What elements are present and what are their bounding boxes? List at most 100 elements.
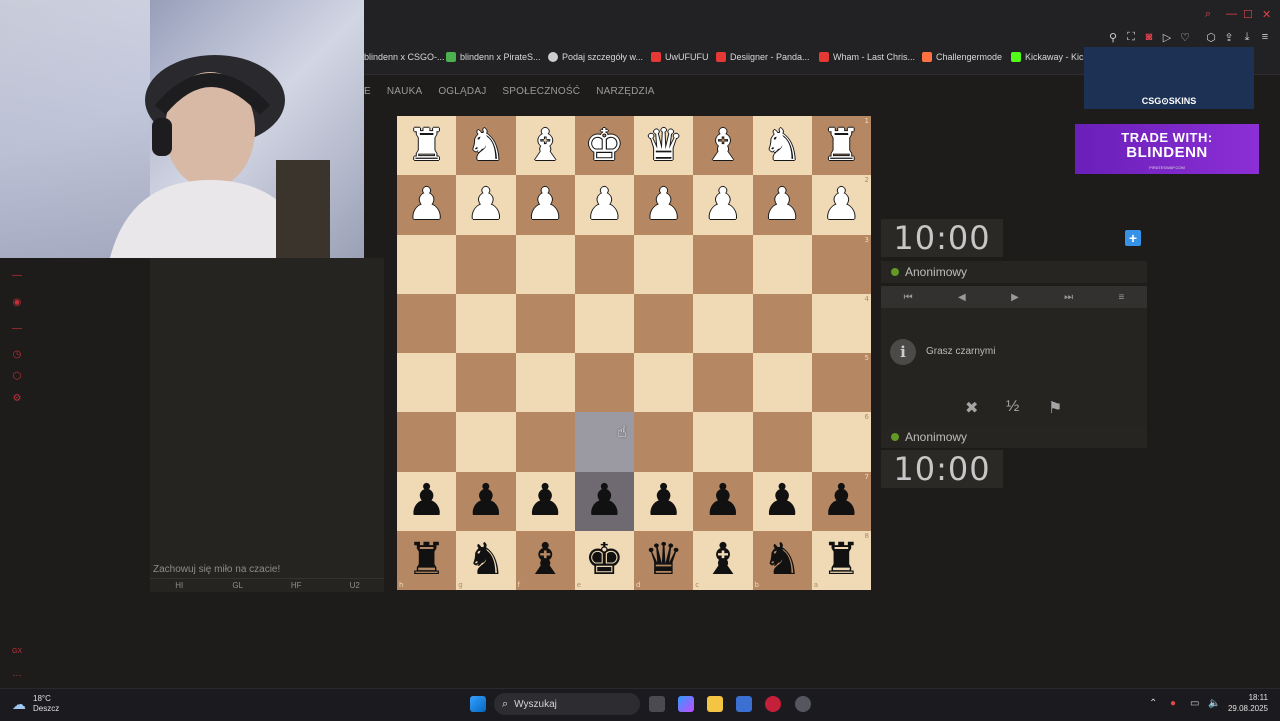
minimize-icon[interactable]: — [1226,8,1237,20]
square-d1[interactable]: ♛ [634,116,694,176]
square-e4[interactable] [574,293,634,353]
chat-phrase-hi[interactable]: HI [150,579,209,593]
square-f3[interactable] [515,234,575,294]
square-a2[interactable]: ♟ 2 [811,175,871,235]
white-queen-piece[interactable]: ♛ [644,123,683,168]
bookmark-4[interactable]: Desiigner - Panda... [716,52,810,62]
square-h4[interactable] [397,293,457,353]
clock-time[interactable]: 18:11 [1236,693,1268,702]
weather-icon[interactable]: ☁ [12,696,26,713]
player-icon[interactable]: ◉ [10,297,24,308]
square-f8[interactable]: ♝ f [515,530,575,590]
square-d4[interactable] [634,293,694,353]
square-f2[interactable]: ♟ [515,175,575,235]
bookmark-6[interactable]: Challengermode [922,52,1002,62]
square-g7[interactable]: ♟ [456,471,516,531]
square-f4[interactable] [515,293,575,353]
extensions-sidebar-icon[interactable]: ⬡ [10,371,24,382]
chat-phrase-gl[interactable]: GL [209,579,268,593]
black-pawn-piece[interactable]: ♟ [644,479,683,523]
bookmark-3[interactable]: UwUFUFU [651,52,709,62]
black-pawn-piece[interactable]: ♟ [407,479,446,523]
square-d2[interactable]: ♟ [634,175,694,235]
square-a8[interactable]: ♜ 8 a [811,530,871,590]
square-d8[interactable]: ♛ d [634,530,694,590]
square-h2[interactable]: ♟ [397,175,457,235]
square-c4[interactable] [693,293,753,353]
start-icon[interactable] [470,696,486,712]
nav-item-community[interactable]: SPOŁECZNOŚĆ [502,80,580,104]
store-icon[interactable] [736,696,752,712]
square-e7[interactable]: ♟ [574,471,634,531]
white-pawn-piece[interactable]: ♟ [822,182,861,227]
white-bishop-piece[interactable]: ♝ [703,123,742,168]
taskbar-search[interactable]: ⌕ Wyszukaj [494,693,640,715]
black-pawn-piece[interactable]: ♟ [585,479,624,523]
square-f5[interactable] [515,353,575,413]
black-pawn-piece[interactable]: ♟ [525,479,564,523]
resign-button[interactable]: ⚑ [1048,398,1062,418]
menu-icon[interactable]: ≡ [1118,292,1124,303]
square-e1[interactable]: ♚ [574,116,634,176]
square-b1[interactable]: ♞ [752,116,812,176]
offer-draw-button[interactable]: ½ [1006,398,1019,416]
white-rook-piece[interactable]: ♜ [822,123,861,168]
square-h6[interactable] [397,412,457,472]
pin-icon[interactable]: ⚲ [1106,31,1120,44]
black-knight-piece[interactable]: ♞ [466,538,505,582]
bookmark-5[interactable]: Wham - Last Chris... [819,52,915,62]
square-a4[interactable]: 4 [811,293,871,353]
file-explorer-icon[interactable] [707,696,723,712]
weather-temp[interactable]: 18°C [33,694,51,703]
square-h8[interactable]: ♜ h [397,530,457,590]
square-a1[interactable]: ♜ 1 [811,116,871,176]
square-b5[interactable] [752,353,812,413]
white-pawn-piece[interactable]: ♟ [762,182,801,227]
black-bishop-piece[interactable]: ♝ [703,538,742,582]
square-b6[interactable] [752,412,812,472]
square-g2[interactable]: ♟ [456,175,516,235]
white-rook-piece[interactable]: ♜ [407,123,446,168]
task-view-icon[interactable] [649,696,665,712]
nav-item-learn[interactable]: NAUKA [387,80,422,104]
square-g1[interactable]: ♞ [456,116,516,176]
display-icon[interactable]: ▭ [1190,698,1199,709]
white-king-piece[interactable]: ♚ [585,123,624,168]
square-d6[interactable] [634,412,694,472]
square-c8[interactable]: ♝ c [693,530,753,590]
microphone-icon[interactable]: ● [1170,698,1176,709]
abort-button[interactable]: ✖ [965,398,978,418]
black-king-piece[interactable]: ♚ [585,538,624,582]
prev-move-icon[interactable]: ◀ [958,292,966,303]
nav-item-play[interactable]: E [364,80,371,104]
download-icon[interactable]: ⤓ [1240,31,1254,44]
add-time-button[interactable]: + [1125,230,1141,246]
white-knight-piece[interactable]: ♞ [466,123,505,168]
chat-phrase-u2[interactable]: U2 [326,579,385,593]
chat-input[interactable]: Zachowuj się miło na czacie! [153,564,280,575]
square-a7[interactable]: ♟ 7 [811,471,871,531]
clock-date[interactable]: 29.08.2025 [1216,704,1268,713]
square-b7[interactable]: ♟ [752,471,812,531]
black-bishop-piece[interactable]: ♝ [525,538,564,582]
maximize-icon[interactable]: ☐ [1243,8,1253,21]
black-rook-piece[interactable]: ♜ [407,538,446,582]
menu-icon[interactable]: ≡ [1258,31,1272,43]
nav-item-watch[interactable]: OGLĄDAJ [438,80,486,104]
black-pawn-piece[interactable]: ♟ [762,479,801,523]
next-move-icon[interactable]: ▶ [1011,292,1019,303]
black-knight-piece[interactable]: ♞ [762,538,801,582]
square-h5[interactable] [397,353,457,413]
white-pawn-piece[interactable]: ♟ [466,182,505,227]
white-pawn-piece[interactable]: ♟ [525,182,564,227]
play-icon[interactable]: ▷ [1160,31,1174,44]
square-f6[interactable] [515,412,575,472]
white-pawn-piece[interactable]: ♟ [407,182,446,227]
white-pawn-piece[interactable]: ♟ [585,182,624,227]
pocket-icon[interactable]: ◙ [1142,31,1156,43]
more-icon[interactable]: … [10,668,24,679]
tray-expand-icon[interactable]: ⌃ [1149,698,1157,709]
square-a5[interactable]: 5 [811,353,871,413]
square-c1[interactable]: ♝ [693,116,753,176]
square-h3[interactable] [397,234,457,294]
